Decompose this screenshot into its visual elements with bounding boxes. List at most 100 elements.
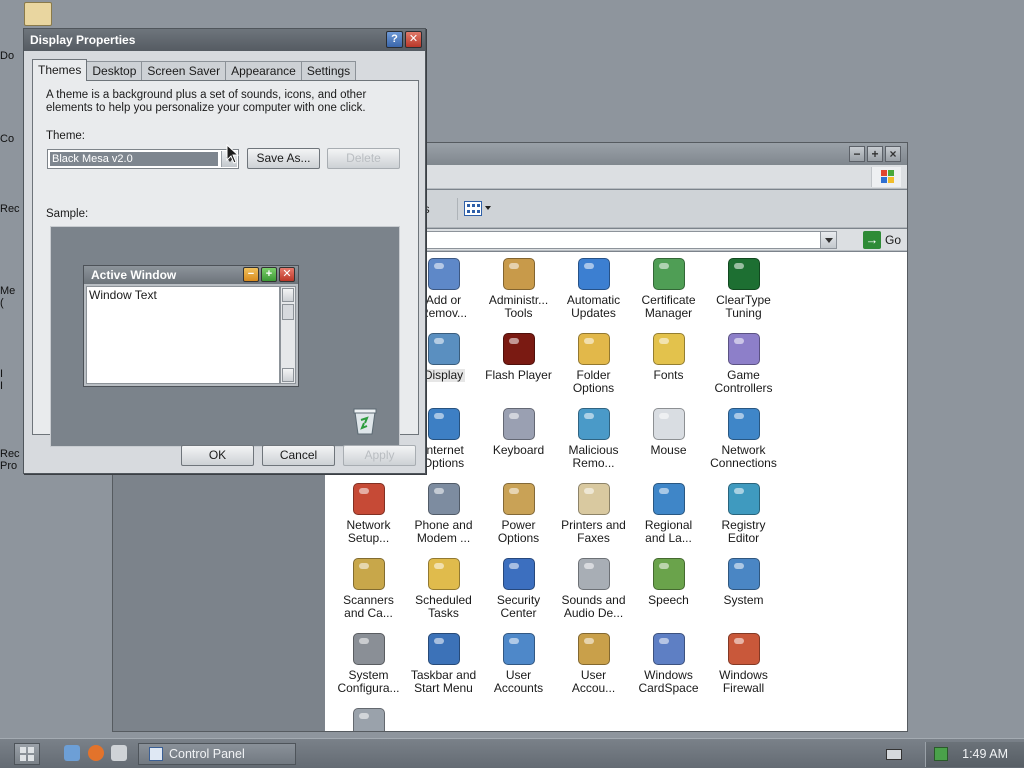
cp-item-fonts[interactable]: Fonts [631, 333, 706, 382]
firefox-icon[interactable] [88, 745, 104, 761]
cp-item-administrative-tools[interactable]: Administr... Tools [481, 258, 556, 320]
cp-item-power-options[interactable]: Power Options [481, 483, 556, 545]
ok-button[interactable]: OK [181, 445, 254, 466]
address-dropdown-icon[interactable] [820, 232, 836, 248]
desktop-folder-icon[interactable] [24, 2, 52, 26]
game-controllers-icon [727, 333, 760, 365]
go-arrow-icon: → [862, 231, 881, 249]
desktop-icon-label: Rec Pro [0, 448, 20, 472]
cp-item-wireless-network[interactable]: Wireless Netwo... [331, 708, 406, 731]
cp-item-game-controllers[interactable]: Game Controllers [706, 333, 781, 395]
cp-item-sounds-audio[interactable]: Sounds and Audio De... [556, 558, 631, 620]
cp-item-label: Power Options [497, 518, 540, 545]
show-desktop-icon[interactable] [64, 745, 80, 761]
cp-item-system[interactable]: System [706, 558, 781, 607]
sample-window-titlebar: Active Window − + ✕ [84, 266, 298, 284]
cp-item-label: System [723, 593, 764, 607]
cp-item-automatic-updates[interactable]: Automatic Updates [556, 258, 631, 320]
cp-item-system-configuration[interactable]: System Configura... [331, 633, 406, 695]
tab-screen-saver[interactable]: Screen Saver [141, 61, 227, 80]
theme-label: Theme: [46, 130, 85, 142]
dialog-titlebar[interactable]: Display Properties ? ✕ [24, 29, 425, 51]
taskbar-control-panel[interactable]: Control Panel [138, 743, 296, 765]
tab-appearance[interactable]: Appearance [225, 61, 302, 80]
cleartype-tuning-icon [727, 258, 760, 290]
cp-item-speech[interactable]: Speech [631, 558, 706, 607]
tab-desktop[interactable]: Desktop [86, 61, 143, 80]
cp-item-regional-language[interactable]: Regional and La... [631, 483, 706, 545]
tray-network-icon[interactable] [934, 747, 948, 761]
cp-item-label: Display [421, 368, 466, 382]
cp-item-label: Network Connections [710, 443, 777, 470]
go-label: Go [884, 233, 901, 247]
cp-item-flash-player[interactable]: Flash Player [481, 333, 556, 382]
cp-item-label: Keyboard [492, 443, 545, 457]
minimize-icon: − [243, 267, 259, 282]
cp-item-certificate-manager[interactable]: Certificate Manager [631, 258, 706, 320]
cp-item-taskbar-start-menu[interactable]: Taskbar and Start Menu [406, 633, 481, 695]
tab-settings[interactable]: Settings [300, 61, 357, 80]
cp-item-label: Scanners and Ca... [343, 593, 394, 620]
cp-item-label: Fonts [653, 368, 684, 382]
power-options-icon [502, 483, 535, 515]
flash-player-icon [502, 333, 535, 365]
cp-item-printers-faxes[interactable]: Printers and Faxes [556, 483, 631, 545]
go-button[interactable]: → Go [862, 231, 901, 249]
sounds-audio-icon [577, 558, 610, 590]
cp-item-network-connections[interactable]: Network Connections [706, 408, 781, 470]
control-panel-icon [149, 747, 163, 761]
cp-item-scheduled-tasks[interactable]: Scheduled Tasks [406, 558, 481, 620]
cp-item-scanners-cameras[interactable]: Scanners and Ca... [331, 558, 406, 620]
recycle-bin-icon [353, 408, 377, 435]
close-icon[interactable]: × [885, 146, 901, 162]
start-button[interactable] [14, 743, 40, 765]
theme-select[interactable]: Black Mesa v2.0 [47, 149, 239, 169]
theme-sample-preview: Active Window − + ✕ Window Text [50, 226, 400, 447]
cp-item-network-setup[interactable]: Network Setup... [331, 483, 406, 545]
cp-item-windows-firewall[interactable]: Windows Firewall [706, 633, 781, 695]
certificate-manager-icon [652, 258, 685, 290]
cp-item-phone-modem[interactable]: Phone and Modem ... [406, 483, 481, 545]
cp-item-label: ClearType Tuning [716, 293, 771, 320]
system-icon [727, 558, 760, 590]
cp-item-mouse[interactable]: Mouse [631, 408, 706, 457]
regional-language-icon [652, 483, 685, 515]
scroll-up-icon [282, 288, 294, 302]
delete-button[interactable]: Delete [327, 148, 400, 169]
chevron-down-icon [485, 206, 491, 213]
add-remove-programs-icon [427, 258, 460, 290]
scanners-cameras-icon [352, 558, 385, 590]
clock[interactable]: 1:49 AM [962, 742, 1008, 767]
cp-item-folder-options[interactable]: Folder Options [556, 333, 631, 395]
cp-item-registry-editor[interactable]: Registry Editor [706, 483, 781, 545]
tab-themes[interactable]: Themes [32, 59, 88, 81]
sample-active-window: Active Window − + ✕ Window Text [83, 265, 299, 387]
maximize-icon[interactable]: + [867, 146, 883, 162]
help-icon[interactable]: ? [386, 31, 403, 48]
themes-panel: A theme is a background plus a set of so… [32, 80, 419, 447]
cp-item-security-center[interactable]: Security Center [481, 558, 556, 620]
cp-item-keyboard[interactable]: Keyboard [481, 408, 556, 457]
apply-button[interactable]: Apply [343, 445, 416, 466]
save-as-button[interactable]: Save As... [247, 148, 320, 169]
cp-item-cleartype-tuning[interactable]: ClearType Tuning [706, 258, 781, 320]
cp-item-label: User Accounts [493, 668, 544, 695]
close-icon[interactable]: ✕ [405, 31, 422, 48]
desktop-icon-label: I I [0, 368, 4, 392]
phone-modem-icon [427, 483, 460, 515]
cp-item-windows-cardspace[interactable]: Windows CardSpace [631, 633, 706, 695]
media-player-icon[interactable] [111, 745, 127, 761]
desktop-icon-label: Co [0, 133, 15, 145]
minimize-icon[interactable]: − [849, 146, 865, 162]
speech-icon [652, 558, 685, 590]
cancel-button[interactable]: Cancel [262, 445, 335, 466]
cp-item-user-accounts-2[interactable]: User Accou... [556, 633, 631, 695]
cp-item-label: Certificate Manager [641, 293, 696, 320]
views-button[interactable] [457, 198, 491, 220]
keyboard-icon[interactable] [886, 749, 902, 760]
cp-item-malicious-removal[interactable]: Malicious Remo... [556, 408, 631, 470]
cp-item-user-accounts[interactable]: User Accounts [481, 633, 556, 695]
automatic-updates-icon [577, 258, 610, 290]
cp-item-label: Sounds and Audio De... [561, 593, 626, 620]
cp-item-label: Flash Player [485, 368, 552, 382]
